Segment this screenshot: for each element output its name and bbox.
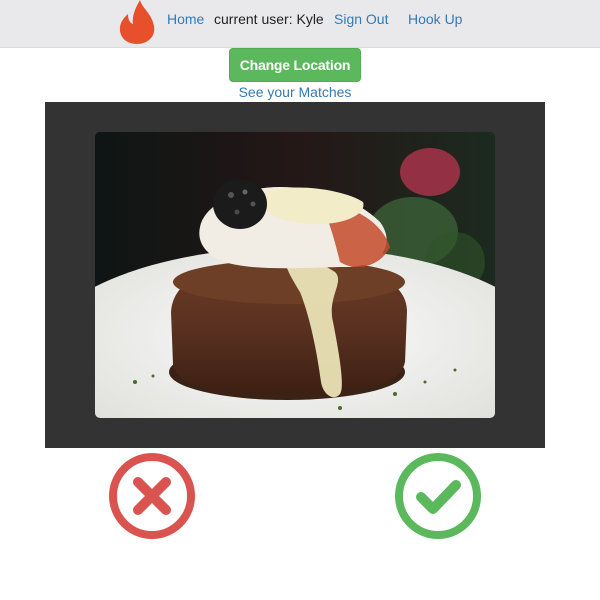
checkmark-icon	[395, 453, 481, 539]
card-photo	[95, 132, 495, 418]
swipe-card[interactable]	[45, 102, 545, 448]
nav-hook-up-link[interactable]: Hook Up	[408, 11, 462, 27]
flame-icon[interactable]	[118, 0, 156, 44]
current-user-text: current user: Kyle	[214, 11, 324, 27]
reject-button[interactable]	[109, 453, 195, 539]
top-navbar: Home current user: Kyle Sign Out Hook Up	[0, 0, 600, 48]
accept-button[interactable]	[395, 453, 481, 539]
change-location-button[interactable]: Change Location	[229, 48, 361, 82]
nav-sign-out-link[interactable]: Sign Out	[334, 11, 388, 27]
x-icon	[109, 453, 195, 539]
nav-home-link[interactable]: Home	[167, 11, 204, 27]
see-matches-link[interactable]: See your Matches	[0, 84, 590, 100]
